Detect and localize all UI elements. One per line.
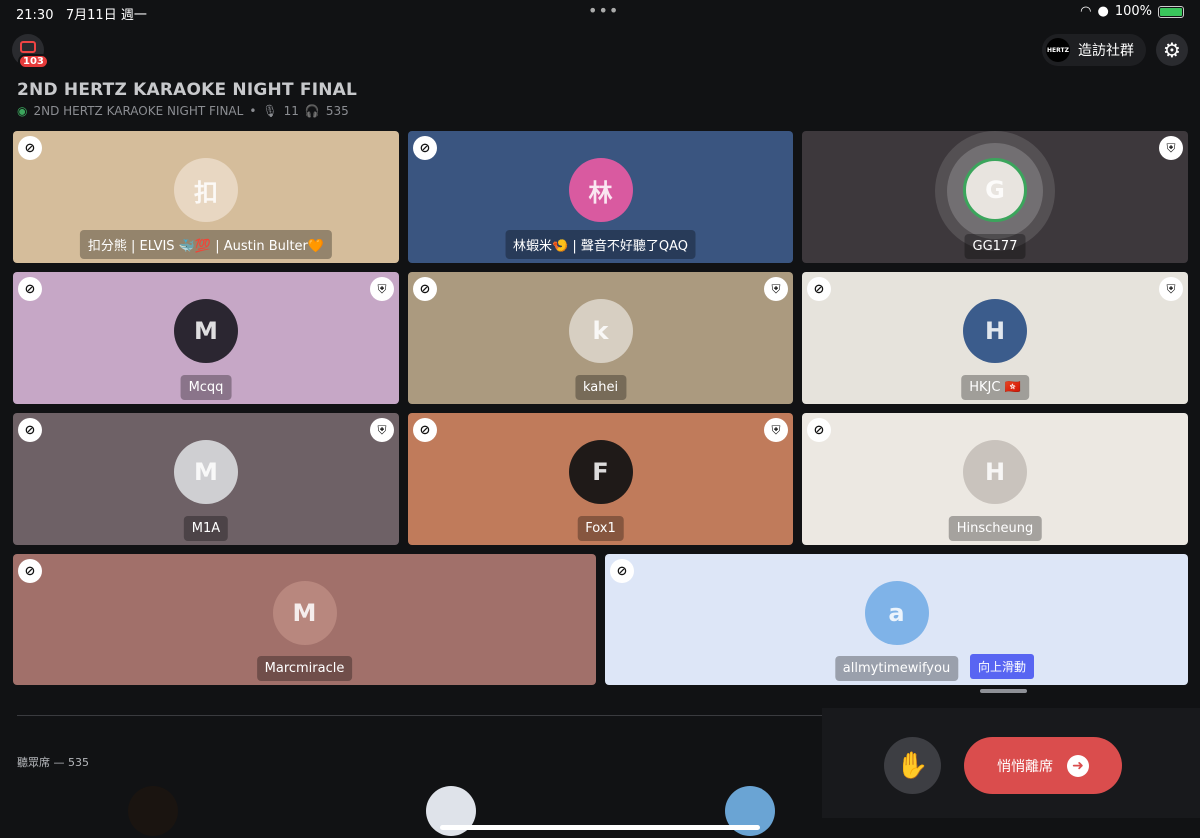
notification-badge: 103 — [18, 54, 49, 69]
speaker-tile[interactable]: ⊘ ⛨ F Fox1 — [408, 413, 793, 545]
speaker-avatar: H — [963, 440, 1027, 504]
speaker-avatar: M — [174, 299, 238, 363]
muted-mic-icon: ⊘ — [807, 277, 831, 301]
speaker-tile[interactable]: ⊘ H Hinscheung — [802, 413, 1188, 545]
visit-community-label: 造訪社群 — [1078, 43, 1134, 59]
visit-community-button[interactable]: HERTZ 造訪社群 — [1042, 34, 1146, 66]
moderator-shield-icon: ⛨ — [1159, 277, 1183, 301]
scroll-up-tooltip: 向上滑動 — [970, 654, 1035, 679]
speaker-name: Hinscheung — [948, 516, 1042, 541]
moderator-shield-icon: ⛨ — [1159, 136, 1183, 160]
speaker-avatar: F — [568, 440, 633, 504]
status-right: ◠ ● 100% — [1080, 4, 1184, 19]
speaker-tile[interactable]: ⊘ ⛨ H HKJC 🇭🇰 — [802, 272, 1188, 404]
speaker-name: Fox1 — [577, 516, 624, 541]
speaker-name: M1A — [183, 516, 229, 541]
drag-handle[interactable] — [980, 689, 1027, 693]
wifi-icon: ◠ — [1080, 4, 1092, 19]
speaker-tile[interactable]: ⊘ ⛨ M M1A — [13, 413, 399, 545]
moderator-shield-icon: ⛨ — [764, 277, 788, 301]
divider — [17, 715, 822, 716]
speaker-tile[interactable]: ⛨ G GG177 — [802, 131, 1188, 263]
speaker-avatar: G — [963, 158, 1027, 222]
community-logo: HERTZ — [1046, 38, 1070, 62]
mic-icon: 🎙 — [262, 104, 278, 118]
speaker-name: GG177 — [964, 234, 1026, 259]
hand-icon: ✋ — [896, 750, 929, 781]
settings-button[interactable]: ⚙ — [1156, 34, 1188, 66]
stage-title: 2ND HERTZ KARAOKE NIGHT FINAL — [17, 80, 358, 100]
speaker-tile[interactable]: ⊘ ⛨ k kahei — [408, 272, 793, 404]
headphones-icon: 🎧 — [304, 104, 320, 118]
speaker-name: allmytimewifyou — [834, 656, 959, 681]
speaker-name: Marcmiracle — [256, 656, 353, 681]
speaker-avatar: M — [272, 581, 337, 645]
person-icon: ● — [1097, 4, 1109, 19]
speaker-name: HKJC 🇭🇰 — [961, 375, 1029, 400]
muted-mic-icon: ⊘ — [413, 277, 437, 301]
speakers-count: 11 — [283, 104, 299, 118]
raise-hand-button[interactable]: ✋ — [884, 737, 941, 794]
listeners-count: 535 — [325, 104, 349, 118]
stage-subtitle: ◉ 2ND HERTZ KARAOKE NIGHT FINAL • 🎙 11 🎧… — [17, 104, 349, 118]
moderator-shield-icon: ⛨ — [764, 418, 788, 442]
speaker-avatar: k — [568, 299, 633, 363]
gear-icon: ⚙ — [1163, 38, 1181, 62]
status-bar: 21:30 7月11日 週一 ••• ◠ ● 100% — [0, 0, 1200, 24]
speaker-name: Mcqq — [180, 375, 232, 400]
status-time: 21:30 7月11日 週一 — [16, 8, 147, 23]
muted-mic-icon: ⊘ — [18, 418, 42, 442]
tv-icon — [20, 41, 36, 53]
speaker-tile[interactable]: ⊘ 扣扣分熊 | ELVIS 🐳💯 | Austin Bulter🧡 — [13, 131, 399, 263]
speaker-tile[interactable]: ⊘ 林林蝦米🍤 | 聲音不好聽了QAQ — [408, 131, 793, 263]
speaker-tile[interactable]: ⊘ a allmytimewifyou — [605, 554, 1188, 685]
moderator-shield-icon: ⛨ — [370, 418, 394, 442]
speaker-tile[interactable]: ⊘ ⛨ M Mcqq — [13, 272, 399, 404]
server-icon[interactable]: 103 — [12, 34, 49, 69]
speaker-name: kahei — [574, 375, 627, 400]
speaker-avatar: 扣 — [174, 158, 238, 222]
speaker-avatar: H — [963, 299, 1027, 363]
muted-mic-icon: ⊘ — [610, 559, 634, 583]
speaker-avatar: M — [174, 440, 238, 504]
muted-mic-icon: ⊘ — [413, 418, 437, 442]
home-indicator[interactable] — [440, 825, 760, 830]
muted-mic-icon: ⊘ — [413, 136, 437, 160]
speaker-tile[interactable]: ⊘ M Marcmiracle — [13, 554, 596, 685]
speaker-name: 林蝦米🍤 | 聲音不好聽了QAQ — [505, 230, 696, 259]
audience-avatar[interactable] — [128, 786, 178, 836]
stage-topic: 2ND HERTZ KARAOKE NIGHT FINAL — [33, 104, 244, 118]
multitasking-dots[interactable]: ••• — [588, 1, 619, 20]
muted-mic-icon: ⊘ — [18, 277, 42, 301]
speaker-name: 扣分熊 | ELVIS 🐳💯 | Austin Bulter🧡 — [79, 230, 333, 259]
moderator-shield-icon: ⛨ — [370, 277, 394, 301]
audience-title: 聽眾席 — 535 — [17, 756, 89, 769]
muted-mic-icon: ⊘ — [18, 136, 42, 160]
speaker-avatar: a — [864, 581, 929, 645]
arrow-right-icon: ➜ — [1067, 754, 1089, 777]
muted-mic-icon: ⊘ — [18, 559, 42, 583]
leave-quietly-button[interactable]: 悄悄離席 ➜ — [964, 737, 1122, 794]
battery-icon — [1158, 5, 1184, 18]
speaker-avatar: 林 — [568, 158, 633, 222]
muted-mic-icon: ⊘ — [807, 418, 831, 442]
stage-live-icon: ◉ — [17, 104, 28, 118]
battery-percent: 100% — [1114, 4, 1152, 19]
leave-label: 悄悄離席 — [997, 758, 1053, 775]
